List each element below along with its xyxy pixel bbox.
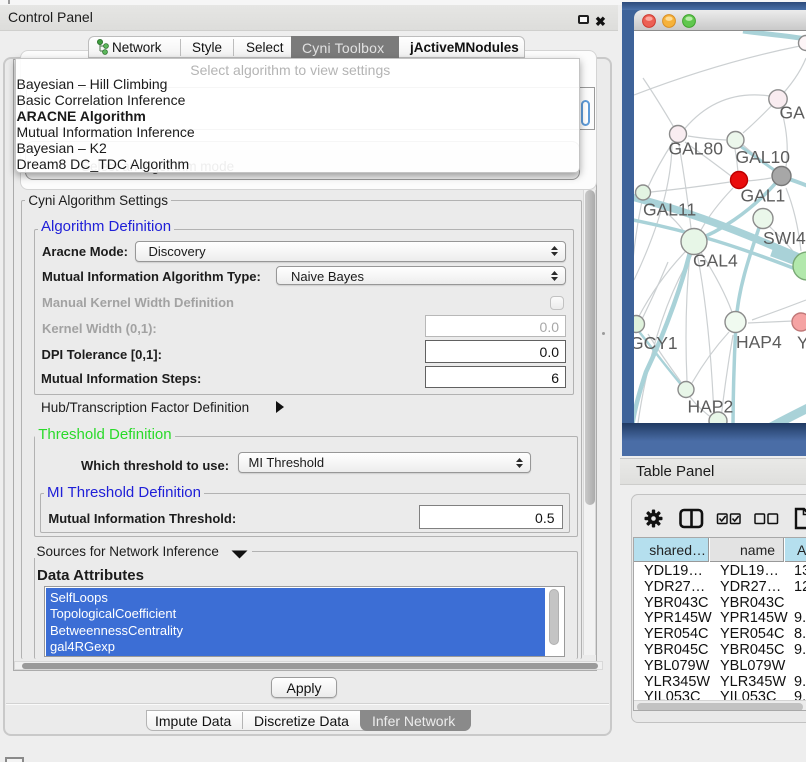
svg-text:SWI4: SWI4: [763, 228, 806, 248]
svg-text:GAL10: GAL10: [736, 147, 791, 167]
svg-text:Y: Y: [797, 333, 806, 353]
svg-text:HAP2: HAP2: [688, 397, 734, 417]
svg-text:GAL: GAL: [780, 103, 806, 123]
svg-text:GAL11: GAL11: [643, 200, 696, 220]
svg-text:GCY1: GCY1: [634, 333, 678, 353]
svg-text:HAP4: HAP4: [736, 332, 782, 352]
svg-text:GAL80: GAL80: [669, 139, 724, 159]
svg-text:GAL1: GAL1: [741, 186, 786, 206]
svg-text:GAL4: GAL4: [693, 251, 738, 271]
